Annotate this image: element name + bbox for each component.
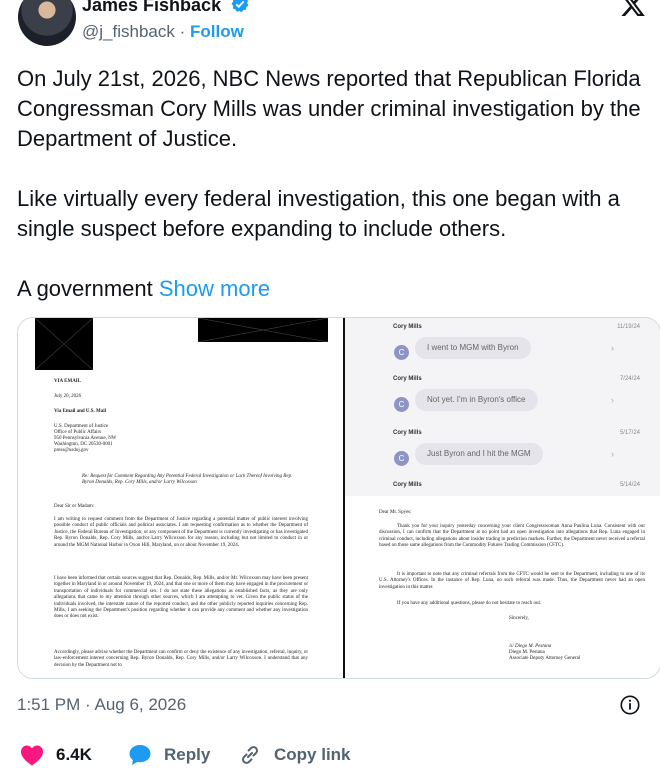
author-name-text[interactable]: James Fishback (82, 0, 221, 15)
via-email: VIA EMAIL (54, 379, 82, 384)
author-handle[interactable]: @j_fishback (82, 22, 175, 41)
action-bar: 6.4K Reply Copy link (20, 742, 640, 768)
tweet-text: On July 21st, 2026, NBC News reported th… (17, 64, 647, 304)
message-date: 5/17/24 (619, 430, 640, 436)
letter-body-3: If you have any additional questions, pl… (397, 601, 542, 606)
message-date: 11/19/24 (617, 324, 640, 330)
message-date: 7/24/24 (619, 376, 640, 382)
message-sender: Cory Mills (393, 324, 422, 330)
show-more-link[interactable]: Show more (159, 276, 270, 301)
via-mail: Via Email and U.S. Mail (54, 409, 107, 414)
message-sender: Cory Mills (393, 482, 422, 488)
link-icon (242, 746, 258, 764)
message-bubble: I went to MGM with Byron (415, 337, 531, 359)
message-date: 5/14/24 (619, 482, 640, 488)
letter-right: Cory Mills 11/19/24 C I went to MGM with… (345, 318, 660, 678)
tweet-timestamp[interactable]: 1:51 PM · Aug 6, 2026 (17, 695, 186, 715)
message-bubble: Not yet. I'm in Byron's office (415, 389, 538, 411)
message-row: Cory Mills 7/24/24 C Not yet. I'm in Byr… (345, 370, 660, 426)
redaction-box (198, 318, 328, 342)
signer-title: Associate Deputy Attorney General (509, 656, 581, 661)
message-avatar: C (394, 451, 409, 466)
separator-dot: · (179, 22, 186, 41)
message-bubble: Just Byron and I hit the MGM (415, 443, 543, 465)
message-sender: Cory Mills (393, 430, 422, 436)
tweet-paragraph-2: Like virtually every federal investigati… (17, 186, 620, 241)
tweet-header: James Fishback @j_fishback · Follow (0, 0, 660, 50)
info-icon[interactable] (619, 694, 641, 716)
tweet-paragraph-3: A government Show more (17, 274, 647, 304)
message-avatar: C (394, 397, 409, 412)
letter-body-1: Thank you for your inquiry yesterday con… (379, 524, 645, 549)
message-row: Cory Mills 11/19/24 C I went to MGM with… (345, 318, 660, 374)
letter-subject: Re: Request for Comment Regarding Any Po… (82, 474, 293, 486)
avatar[interactable] (18, 0, 76, 46)
letter-body-1: I am writing to request comment from the… (54, 517, 308, 548)
message-row: Cory Mills 5/17/24 C Just Byron and I hi… (345, 424, 660, 480)
letter-left: VIA EMAIL July 20, 2026 Via Email and U.… (18, 318, 343, 678)
message-row: Cory Mills 5/14/24 (345, 478, 660, 496)
letter-salutation: Dear Sir or Madam: (54, 504, 95, 509)
copy-link-label: Copy link (274, 745, 351, 764)
tweet-paragraph-3-text: A government (17, 276, 153, 301)
tweet-paragraph-1: On July 21st, 2026, NBC News reported th… (17, 66, 641, 151)
heart-icon (21, 745, 43, 766)
chevron-right-icon: › (611, 395, 614, 405)
media-image[interactable]: VIA EMAIL July 20, 2026 Via Email and U.… (17, 317, 660, 679)
chevron-right-icon: › (611, 343, 614, 353)
x-logo-icon[interactable] (620, 0, 646, 18)
message-avatar: C (394, 345, 409, 360)
copy-link-button[interactable]: Copy link (238, 742, 351, 768)
letter-date: July 20, 2026 (54, 394, 82, 399)
letter-closing: Sincerely, (509, 616, 529, 621)
reply-bubble-icon (129, 745, 151, 765)
handle-line: @j_fishback · Follow (82, 22, 244, 42)
like-button[interactable]: 6.4K (20, 742, 92, 768)
author-name[interactable]: James Fishback (82, 0, 250, 16)
redaction-box (35, 318, 93, 370)
follow-button[interactable]: Follow (190, 22, 244, 41)
letter-salutation: Dear Mr. Spyes: (379, 510, 412, 515)
verified-badge-icon (231, 0, 249, 13)
address-line: press@usdoj.gov (54, 448, 89, 453)
chevron-right-icon: › (611, 449, 614, 459)
letter-body-2: I have been informed that certain source… (54, 576, 308, 620)
reply-label: Reply (164, 745, 211, 764)
like-count: 6.4K (56, 745, 92, 764)
letter-body-2: It is important to note that any crimina… (379, 572, 645, 590)
reply-button[interactable]: Reply (128, 742, 210, 768)
message-screenshot: Cory Mills 11/19/24 C I went to MGM with… (345, 318, 660, 496)
message-sender: Cory Mills (393, 376, 422, 382)
letter-body-3: Accordingly, please advise whether the D… (54, 650, 308, 668)
